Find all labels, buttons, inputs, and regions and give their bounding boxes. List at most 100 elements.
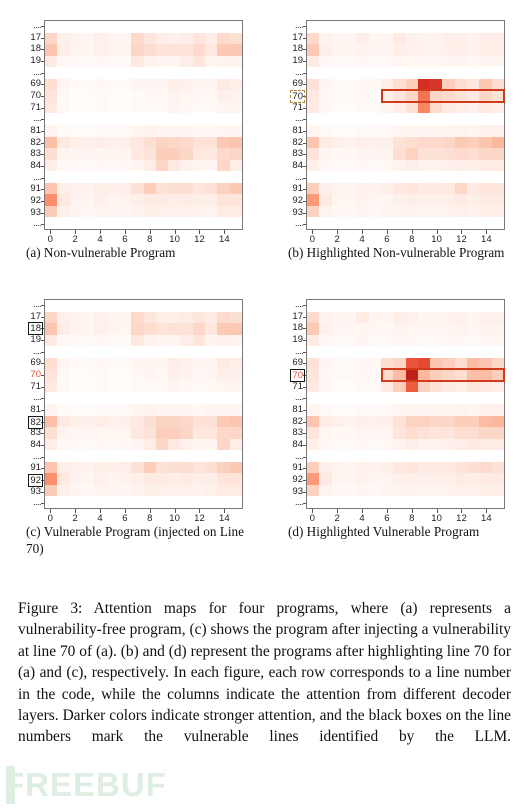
heatmap-cell [229, 427, 242, 439]
heatmap-cell [143, 78, 156, 91]
heatmap-cell [205, 101, 218, 114]
heatmap-cell [57, 392, 70, 404]
heatmap-cell [442, 380, 455, 393]
heatmap-cell [393, 194, 406, 206]
heatmap-cell [467, 148, 480, 160]
heatmap-cell [155, 217, 169, 229]
heatmap-cell [417, 171, 431, 183]
heatmap-cell [454, 403, 468, 416]
heatmap-cell [430, 461, 443, 474]
heatmap-cell [442, 346, 455, 358]
heatmap-cell [131, 101, 144, 114]
heatmap-cell [343, 44, 357, 56]
heatmap-cell [491, 346, 504, 358]
heatmap-cell [45, 44, 58, 56]
y-tick-label-text: .... [32, 392, 42, 403]
heatmap-cell [217, 438, 230, 451]
heatmap-cell [307, 461, 320, 474]
heatmap-cell [168, 438, 181, 451]
heatmap-cell [106, 32, 119, 45]
heatmap-cell [467, 32, 480, 45]
y-tick-label-17: 17 [291, 32, 304, 44]
heatmap-cell [331, 415, 344, 428]
heatmap-cell [479, 159, 492, 172]
heatmap-cell [69, 182, 82, 195]
heatmap-cell [168, 136, 181, 149]
heatmap-cell [331, 205, 344, 218]
heatmap-cell [81, 346, 95, 358]
heatmap-cell [143, 90, 156, 102]
y-tick-label-dotsdotsdotsdots: .... [32, 497, 42, 509]
heatmap-cell [430, 124, 443, 137]
heatmap-cell [217, 473, 230, 485]
heatmap-cell [356, 101, 369, 114]
heatmap-cell [69, 461, 82, 474]
heatmap-cell [307, 44, 320, 56]
heatmap-cell [356, 450, 369, 462]
heatmap-cell [57, 484, 70, 497]
heatmap-cell [118, 427, 132, 439]
heatmap-cell [442, 55, 455, 68]
heatmap-cell [180, 32, 193, 45]
heatmap-cell [168, 55, 181, 68]
heatmap-cell [131, 450, 144, 462]
heatmap-cell [143, 67, 156, 79]
heatmap-cell [442, 124, 455, 137]
heatmap-cell [217, 55, 230, 68]
heatmap-cell [479, 205, 492, 218]
heatmap-cell [454, 334, 468, 347]
heatmap-cell [467, 124, 480, 137]
heatmap-cell [217, 403, 230, 416]
y-tick-label-70: 70 [29, 90, 42, 102]
heatmap-cell [217, 346, 230, 358]
x-tick-label-0: 0 [47, 234, 53, 245]
heatmap-cell [168, 113, 181, 125]
heatmap-cell [479, 90, 492, 102]
y-tick-label-text: 69 [30, 78, 41, 90]
heatmap-cell [479, 334, 492, 347]
heatmap-cell [454, 427, 468, 439]
y-tick-label-dotsdotsdotsdots: .... [294, 67, 304, 79]
heatmap-cell [106, 334, 119, 347]
heatmap-cell [467, 369, 480, 381]
heatmap-cell [368, 496, 381, 508]
heatmap-cell [57, 403, 70, 416]
heatmap-cell [479, 415, 492, 428]
y-tick-label-91: 91 [291, 183, 304, 195]
heatmap-cell [81, 101, 95, 114]
heatmap-cell [118, 357, 132, 370]
heatmap-cell [168, 427, 181, 439]
heatmap-cell [307, 415, 320, 428]
heatmap-cell [57, 461, 70, 474]
heatmap-cell [143, 217, 156, 229]
heatmap-cell [155, 334, 169, 347]
heatmap-cell [454, 194, 468, 206]
heatmap-cell [118, 450, 132, 462]
heatmap-cell [143, 311, 156, 324]
heatmap-cell [356, 334, 369, 347]
heatmap-cell [118, 182, 132, 195]
y-tick-label-92: 92 [29, 195, 42, 207]
y-tick-label-text: .... [32, 171, 42, 182]
heatmap-cell [94, 32, 107, 45]
heatmap-cell [307, 438, 320, 451]
heatmap-cell [479, 67, 492, 79]
x-tick-label-10: 10 [169, 513, 180, 524]
heatmap-cell [81, 427, 95, 439]
heatmap-cell [229, 473, 242, 485]
heatmap-cell [307, 473, 320, 485]
heatmap-cell [81, 78, 95, 91]
subcaption-b: (b) Highlighted Non-vulnerable Program [288, 245, 505, 260]
heatmap-cell [217, 182, 230, 195]
y-tick-label-dotsdotsdotsdots: .... [294, 392, 304, 404]
heatmap-cell [380, 67, 394, 79]
heatmap-cell [331, 346, 344, 358]
heatmap-cell [356, 346, 369, 358]
heatmap-cell [442, 392, 455, 404]
heatmap-cell [479, 484, 492, 497]
heatmap-cell [192, 32, 206, 45]
heatmap-cell [393, 21, 406, 33]
heatmap-cell [168, 473, 181, 485]
heatmap-cell [229, 323, 242, 335]
heatmap-cell [205, 159, 218, 172]
